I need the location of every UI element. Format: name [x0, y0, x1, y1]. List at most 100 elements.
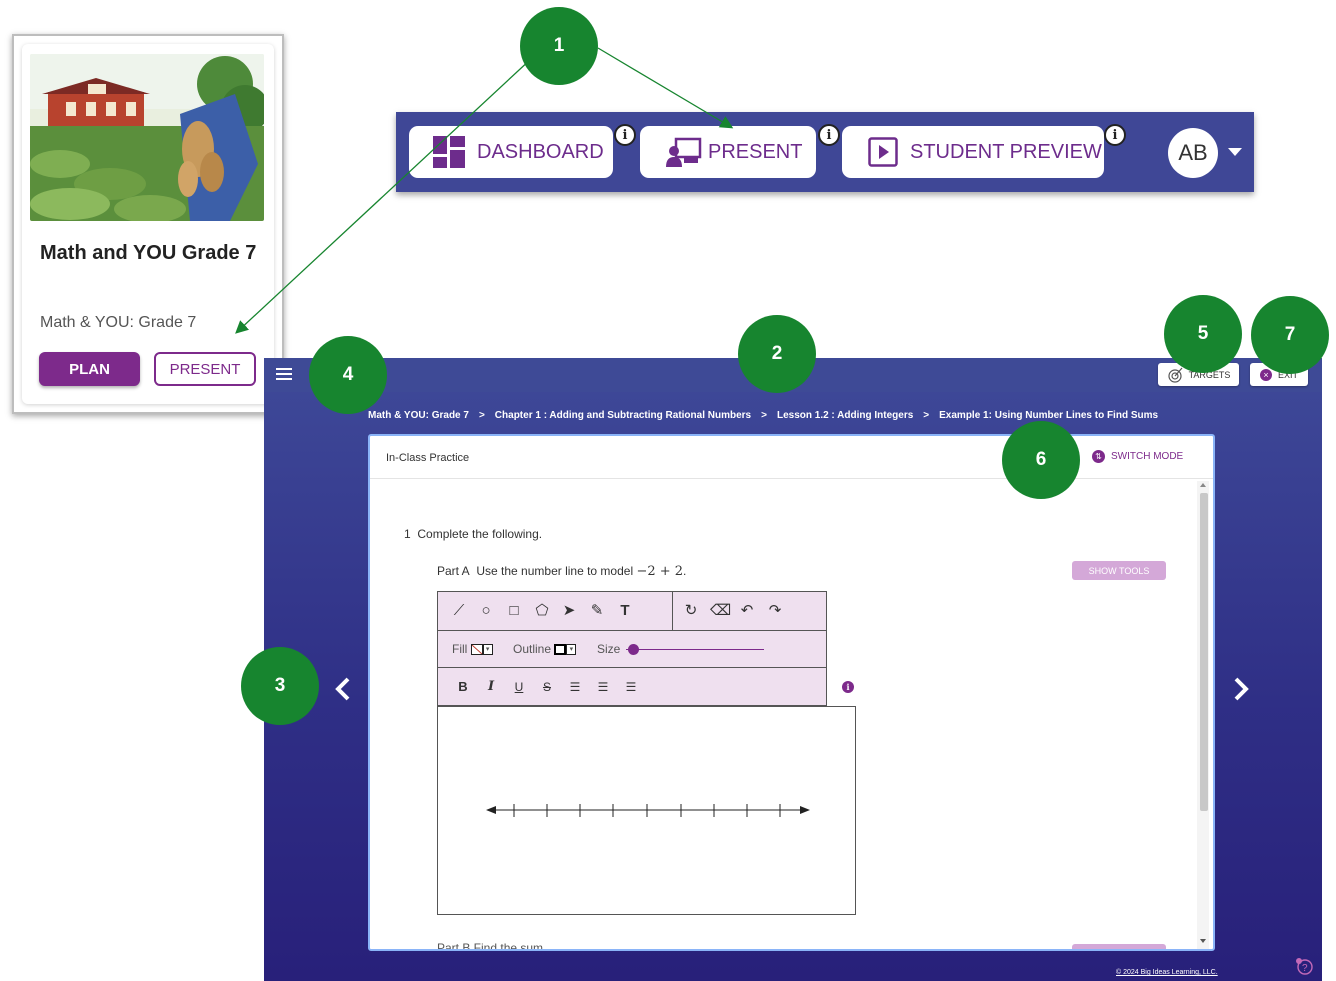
present-info-icon[interactable]: i	[818, 124, 840, 146]
switch-mode-label: SWITCH MODE	[1111, 451, 1184, 462]
fill-swatch	[470, 644, 483, 656]
outline-control[interactable]: Outline ▾	[513, 642, 577, 656]
student-preview-info-icon[interactable]: i	[1104, 124, 1126, 146]
plan-button[interactable]: PLAN	[39, 352, 140, 386]
pencil-tool-icon[interactable]: ✎	[588, 602, 606, 620]
align-center-icon[interactable]: ☰	[594, 678, 612, 696]
previous-slide-icon[interactable]	[328, 674, 358, 704]
scrollbar-thumb[interactable]	[1200, 493, 1208, 811]
breadcrumb-separator: >	[478, 410, 485, 421]
scroll-down-icon[interactable]	[1200, 939, 1206, 943]
callout-marker-2: 2	[738, 315, 816, 393]
size-label: Size	[597, 642, 621, 656]
dashboard-icon	[433, 136, 465, 168]
hamburger-menu-icon[interactable]	[276, 368, 292, 382]
breadcrumb-separator: >	[761, 410, 767, 421]
part-b-show-tools-button[interactable]	[1072, 944, 1166, 949]
shape-tools-row: ⟋ ○ □ ⬠ ➤ ✎ T ↻ ⌫ ↶ ↷	[438, 592, 826, 631]
bold-icon[interactable]: B	[454, 678, 472, 696]
eraser-tool-icon[interactable]: ⌫	[710, 602, 731, 620]
panel-header: In-Class Practice ⇅ SWITCH MODE	[370, 436, 1213, 479]
line-tool-icon[interactable]: ⟋	[450, 602, 468, 620]
align-left-icon[interactable]: ☰	[566, 678, 584, 696]
callout-marker-5: 5	[1164, 295, 1242, 373]
rotate-tool-icon[interactable]: ↻	[682, 602, 700, 620]
fill-label: Fill	[452, 642, 468, 656]
course-title: Math and YOU Grade 7	[40, 242, 257, 264]
dashboard-label: DASHBOARD	[477, 140, 604, 163]
play-icon	[868, 137, 898, 167]
switch-mode-button[interactable]: ⇅ SWITCH MODE	[1092, 450, 1183, 463]
present-label: PRESENT	[708, 140, 803, 163]
callout-marker-4: 4	[309, 336, 387, 414]
toolbar-info-icon[interactable]: i	[842, 681, 854, 693]
redo-icon[interactable]: ↷	[766, 602, 784, 620]
student-preview-label: STUDENT PREVIEW	[910, 140, 1102, 163]
italic-icon[interactable]: I	[482, 678, 500, 696]
text-format-row: B I U S ☰ ☰ ☰	[438, 668, 826, 706]
svg-text:?: ?	[1302, 963, 1308, 974]
part-a-expression: −2 + 2	[636, 564, 684, 579]
fill-control[interactable]: Fill ▾	[452, 642, 493, 656]
drawing-toolbar: ⟋ ○ □ ⬠ ➤ ✎ T ↻ ⌫ ↶ ↷ Fill ▾ Outline ▾ S…	[437, 591, 827, 706]
callout-marker-7: 7	[1251, 296, 1329, 374]
text-tool-icon[interactable]: T	[616, 602, 634, 620]
underline-icon[interactable]: U	[510, 678, 528, 696]
course-card-inner: Math and YOU Grade 7 Math & YOU: Grade 7…	[22, 44, 274, 404]
part-a-prompt: Part A Use the number line to model −2 +…	[437, 564, 686, 579]
part-b-prompt: Part B Find the sum.	[437, 941, 547, 951]
breadcrumb-item-lesson[interactable]: Lesson 1.2 : Adding Integers	[777, 410, 913, 421]
chevron-down-icon[interactable]	[1228, 148, 1242, 156]
part-a-label: Part A	[437, 564, 470, 578]
show-tools-button[interactable]: SHOW TOOLS	[1072, 561, 1166, 580]
dashboard-info-icon[interactable]: i	[614, 124, 636, 146]
copyright-link[interactable]: © 2024 Big Ideas Learning, LLC.	[1116, 969, 1218, 976]
course-cover-image	[30, 54, 264, 221]
breadcrumb-item-chapter[interactable]: Chapter 1 : Adding and Subtracting Ratio…	[495, 410, 751, 421]
part-a-text: Use the number line to model	[476, 564, 634, 578]
align-right-icon[interactable]: ☰	[622, 678, 640, 696]
breadcrumb-separator: >	[923, 410, 930, 421]
callout-marker-1: 1	[520, 7, 598, 85]
question-text: 1 Complete the following.	[404, 527, 542, 541]
size-slider-track[interactable]	[626, 649, 764, 650]
course-subtitle: Math & YOU: Grade 7	[40, 314, 197, 331]
dashboard-button[interactable]: DASHBOARD	[409, 126, 613, 178]
callout-marker-6: 6	[1002, 421, 1080, 499]
course-card: Math and YOU Grade 7 Math & YOU: Grade 7…	[12, 34, 284, 414]
user-avatar[interactable]: AB	[1168, 128, 1218, 178]
present-icon	[666, 137, 702, 167]
size-slider-handle[interactable]	[627, 644, 639, 655]
style-tools-row: Fill ▾ Outline ▾ Size	[438, 631, 826, 668]
panel-scrollbar[interactable]	[1197, 481, 1209, 949]
outline-label: Outline	[513, 642, 552, 656]
target-icon	[1167, 367, 1183, 383]
outline-swatch	[554, 644, 567, 656]
scroll-up-icon[interactable]	[1200, 483, 1206, 487]
fill-dropdown-icon: ▾	[482, 644, 493, 656]
presentation-window: TARGETS × EXIT Math & YOU: Grade 7 > Cha…	[264, 358, 1322, 981]
breadcrumb-item-example[interactable]: Example 1: Using Number Lines to Find Su…	[939, 410, 1158, 421]
help-icon[interactable]: ?	[1294, 956, 1314, 976]
drawing-canvas[interactable]	[437, 706, 856, 915]
rectangle-tool-icon[interactable]: □	[505, 602, 523, 620]
undo-icon[interactable]: ↶	[738, 602, 756, 620]
circle-tool-icon[interactable]: ○	[477, 602, 495, 620]
student-preview-button[interactable]: STUDENT PREVIEW	[842, 126, 1104, 178]
card-present-button[interactable]: PRESENT	[154, 352, 256, 386]
panel-title: In-Class Practice	[386, 452, 470, 464]
content-panel: In-Class Practice ⇅ SWITCH MODE 1 Comple…	[368, 434, 1215, 951]
next-slide-icon[interactable]	[1226, 674, 1256, 704]
switch-mode-icon: ⇅	[1092, 450, 1105, 463]
present-button[interactable]: PRESENT	[640, 126, 816, 178]
breadcrumb: Math & YOU: Grade 7 > Chapter 1 : Adding…	[368, 410, 1158, 421]
strikethrough-icon[interactable]: S	[538, 678, 556, 696]
question-number: 1	[404, 527, 411, 541]
part-a-period: .	[683, 564, 687, 578]
close-icon: ×	[1259, 368, 1272, 381]
toolbar-divider	[672, 592, 673, 631]
polygon-tool-icon[interactable]: ⬠	[533, 602, 551, 620]
breadcrumb-item-course[interactable]: Math & YOU: Grade 7	[368, 410, 469, 421]
question-prompt: Complete the following.	[417, 527, 543, 541]
pointer-tool-icon[interactable]: ➤	[560, 602, 578, 620]
